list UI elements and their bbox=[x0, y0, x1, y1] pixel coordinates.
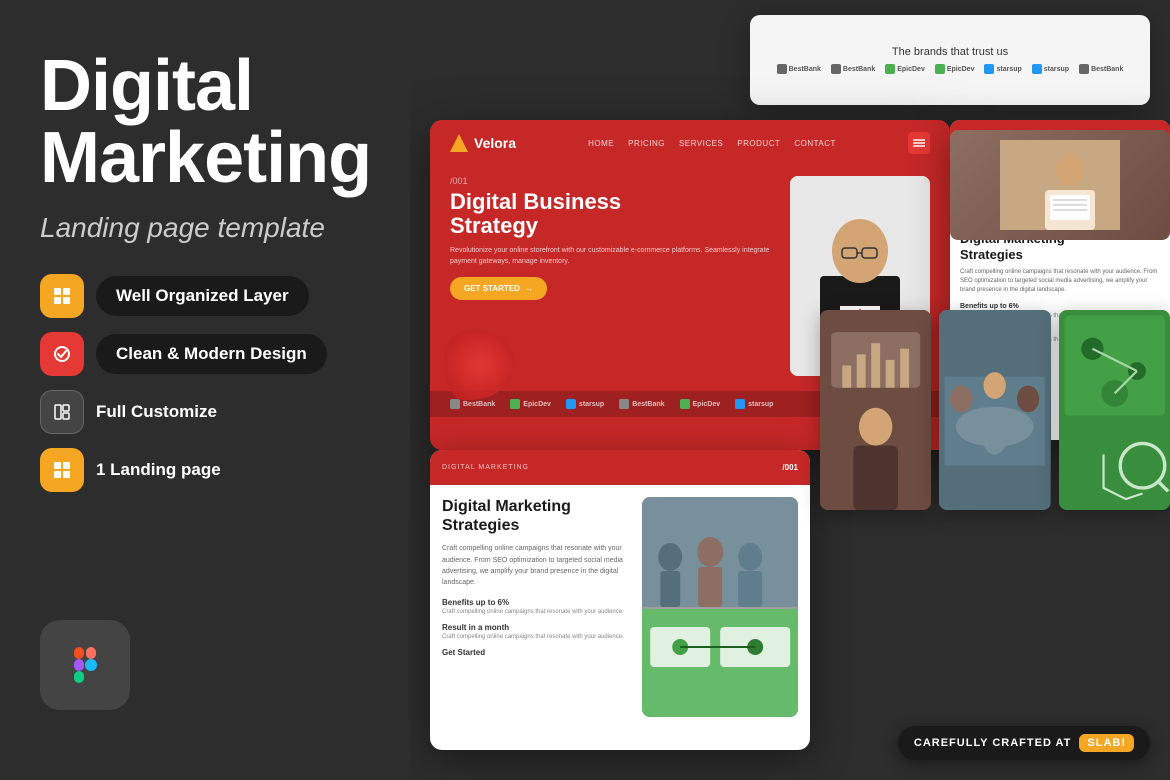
photo-cards bbox=[820, 310, 1170, 510]
bottom-main-title: Digital Marketing Strategies bbox=[442, 497, 630, 535]
hero-logo: Velora bbox=[450, 134, 516, 152]
bottom-benefit-2: Result in a month Craft compelling onlin… bbox=[442, 623, 630, 640]
hero-brand-1: BestBank bbox=[450, 399, 495, 409]
bottom-benefit-1-title: Benefits up to 6% bbox=[442, 598, 630, 607]
brands-screenshot: The brands that trust us BestBank BestBa… bbox=[750, 15, 1150, 105]
top-right-photo bbox=[950, 130, 1170, 240]
hero-desc: Revolutionize your online storefront wit… bbox=[450, 246, 775, 267]
hero-brand-2: EpicDev bbox=[510, 399, 551, 409]
well-organized-label: Well Organized Layer bbox=[96, 276, 309, 316]
hero-number: /001 bbox=[450, 176, 775, 186]
brand-logo-3: EpicDev bbox=[885, 64, 925, 74]
photo-card-2 bbox=[939, 310, 1050, 510]
brand-logo-2: BestBank bbox=[831, 64, 875, 74]
landing-page-icon bbox=[40, 448, 84, 492]
hero-nav-links: HOME PRICING SERVICES PRODUCT CONTACT bbox=[588, 139, 836, 148]
nav-pricing[interactable]: PRICING bbox=[628, 139, 665, 148]
bottom-benefit-2-title: Result in a month bbox=[442, 623, 630, 632]
feature-item-well-organized: Well Organized Layer bbox=[40, 274, 380, 318]
feature-item-clean-modern: Clean & Modern Design bbox=[40, 332, 380, 376]
clean-modern-label: Clean & Modern Design bbox=[96, 334, 327, 374]
subtitle: Landing page template bbox=[40, 212, 380, 244]
clean-modern-icon bbox=[40, 332, 84, 376]
bottom-screenshot: DIGITAL MARKETING /001 Digital Marketing… bbox=[430, 450, 810, 750]
hero-logo-icon bbox=[450, 134, 468, 152]
right-panel: The brands that trust us BestBank BestBa… bbox=[410, 0, 1170, 780]
hero-blob-decoration bbox=[445, 330, 515, 400]
nav-services[interactable]: SERVICES bbox=[679, 139, 723, 148]
title-line2: Marketing bbox=[40, 118, 371, 198]
brands-title: The brands that trust us bbox=[892, 46, 1008, 58]
hero-brand-3: starsup bbox=[566, 399, 604, 409]
hero-heading: Digital Business Strategy bbox=[450, 190, 775, 238]
bottom-benefit-2-desc: Craft compelling online campaigns that r… bbox=[442, 634, 630, 640]
bottom-num: /001 bbox=[782, 463, 798, 472]
hero-brand-5: EpicDev bbox=[680, 399, 721, 409]
full-customize-label: Full Customize bbox=[96, 402, 217, 422]
sec-desc: Craft compelling online campaigns that r… bbox=[960, 268, 1160, 295]
hero-brand-4: BestBank bbox=[619, 399, 664, 409]
photo-card-1 bbox=[820, 310, 931, 510]
hero-brand-6: starsup bbox=[735, 399, 773, 409]
hero-cta-button[interactable]: GET STARTED → bbox=[450, 277, 547, 300]
brand-logo-5: starsup bbox=[984, 64, 1021, 74]
bottom-header: DIGITAL MARKETING /001 bbox=[430, 450, 810, 485]
bottom-text-col: Digital Marketing Strategies Craft compe… bbox=[442, 497, 630, 717]
slab-brand: Slab! bbox=[1079, 734, 1134, 752]
full-customize-icon bbox=[40, 390, 84, 434]
crafted-label: CAREFULLY CRAFTED AT bbox=[914, 737, 1072, 749]
well-organized-icon bbox=[40, 274, 84, 318]
left-panel: Digital Marketing Landing page template … bbox=[0, 0, 420, 780]
nav-product[interactable]: PRODUCT bbox=[737, 139, 780, 148]
hero-nav: Velora HOME PRICING SERVICES PRODUCT CON… bbox=[430, 120, 950, 166]
hero-text: /001 Digital Business Strategy Revolutio… bbox=[450, 176, 775, 376]
brand-logo-4: EpicDev bbox=[935, 64, 975, 74]
brand-logo-7: BestBank bbox=[1079, 64, 1123, 74]
feature-item-landing-page: 1 Landing page bbox=[40, 448, 380, 492]
main-title: Digital Marketing bbox=[40, 50, 380, 194]
bottom-section-label: DIGITAL MARKETING bbox=[442, 464, 529, 471]
brand-logo-6: starsup bbox=[1032, 64, 1069, 74]
crafted-badge: CAREFULLY CRAFTED AT Slab! bbox=[898, 726, 1150, 760]
hero-menu-button[interactable] bbox=[908, 132, 930, 154]
nav-contact[interactable]: CONTACT bbox=[794, 139, 836, 148]
figma-badge bbox=[40, 620, 130, 710]
title-line1: Digital bbox=[40, 46, 253, 126]
bottom-benefit-1: Benefits up to 6% Craft compelling onlin… bbox=[442, 598, 630, 615]
bottom-image-col bbox=[642, 497, 798, 717]
brand-logo-1: BestBank bbox=[777, 64, 821, 74]
bottom-cta[interactable]: Get Started bbox=[442, 648, 630, 657]
hero-logo-text: Velora bbox=[474, 135, 516, 151]
landing-page-label: 1 Landing page bbox=[96, 460, 221, 480]
features-list: Well Organized Layer Clean & Modern Desi… bbox=[40, 274, 380, 492]
brands-row: BestBank BestBank EpicDev EpicDev starsu… bbox=[777, 64, 1124, 74]
feature-item-full-customize: Full Customize bbox=[40, 390, 380, 434]
bottom-benefit-1-desc: Craft compelling online campaigns that r… bbox=[442, 609, 630, 615]
bottom-desc: Craft compelling online campaigns that r… bbox=[442, 543, 630, 588]
bottom-content: Digital Marketing Strategies Craft compe… bbox=[430, 485, 810, 729]
nav-home[interactable]: HOME bbox=[588, 139, 614, 148]
photo-card-3 bbox=[1059, 310, 1170, 510]
